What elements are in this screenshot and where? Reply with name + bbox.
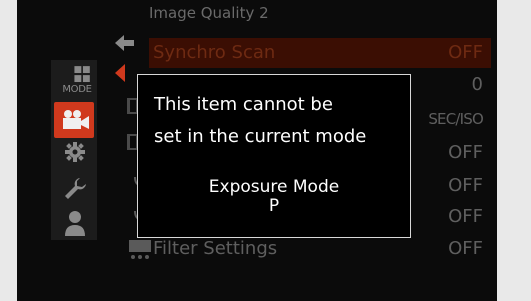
right-margin [497, 0, 531, 301]
menu-row-value: 0 [471, 74, 483, 95]
tab-mode[interactable]: MODE [57, 84, 97, 95]
dialog-message-line1: This item cannot be [154, 94, 333, 115]
exposure-mode-value: P [268, 196, 280, 216]
menu-title: Image Quality 2 [149, 4, 269, 22]
mode-camera-icon[interactable]: ■■ ■■ [67, 66, 97, 84]
menu-row-synchro-scan[interactable]: Synchro Scan OFF [149, 38, 491, 68]
dialog-message-line2: set in the current mode [154, 126, 367, 147]
video-camera-icon [63, 110, 89, 129]
stream-icon[interactable] [129, 238, 151, 262]
menu-row-value: SEC/ISO [428, 110, 483, 128]
camera-menu-screen: ■■ ■■ MODE Image Quality 2 Synchro Scan … [17, 0, 497, 301]
menu-row-value: OFF [448, 206, 483, 227]
main-tab-column: ■■ ■■ MODE [17, 0, 97, 301]
menu-row-value: OFF [448, 142, 483, 163]
back-arrow-icon[interactable] [115, 34, 135, 52]
menu-row-value: OFF [448, 42, 483, 63]
gear-icon[interactable] [64, 141, 86, 163]
wrench-icon[interactable] [63, 176, 87, 200]
exposure-mode-label: Exposure Mode [208, 177, 340, 197]
menu-row-value: OFF [448, 238, 483, 259]
menu-row-value: OFF [448, 175, 483, 196]
person-icon[interactable] [64, 210, 86, 236]
left-margin [0, 0, 17, 301]
exposure-mode-info: Exposure Mode P [138, 178, 410, 216]
active-subtab-indicator-icon [115, 64, 125, 82]
dialog-message: This item cannot be set in the current m… [154, 89, 366, 153]
menu-row-label: Synchro Scan [153, 42, 276, 63]
unavailable-item-dialog: This item cannot be set in the current m… [137, 74, 411, 238]
menu-row-label: Filter Settings [153, 238, 278, 259]
menu-row-filter-settings[interactable]: Filter Settings OFF [149, 234, 491, 264]
